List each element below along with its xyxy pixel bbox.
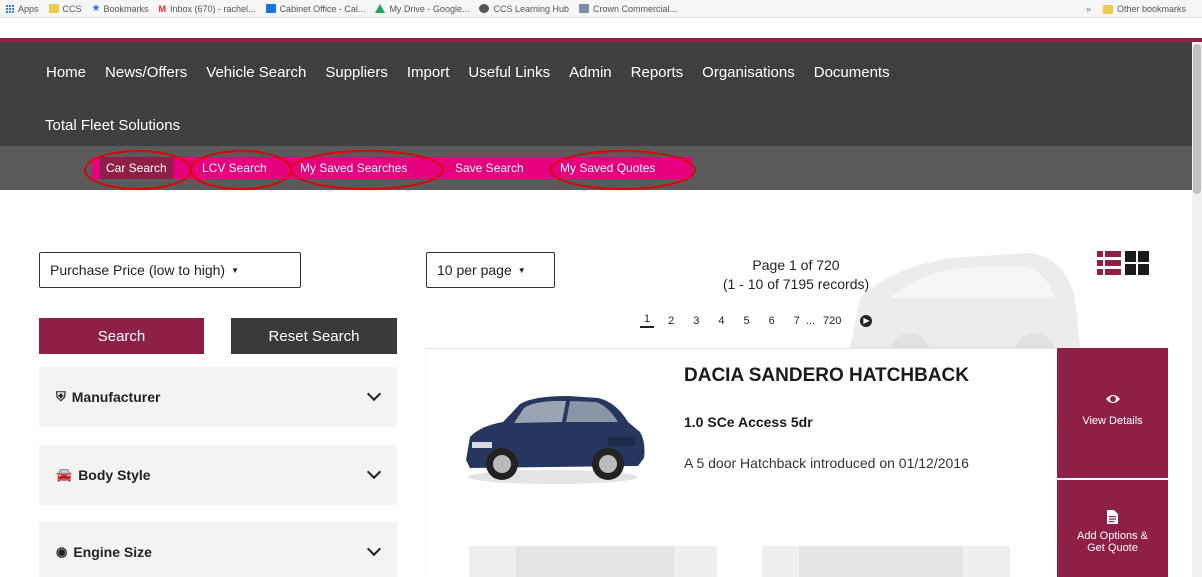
page: Apps CCS ★ Bookmarks M Inbox (670) - rac…: [0, 0, 1202, 577]
page-info: Page 1 of 720 (1 - 10 of 7195 records): [680, 256, 912, 294]
gmail-icon: M: [158, 3, 167, 14]
bookmark-crown-commercial[interactable]: Crown Commercial...: [579, 4, 677, 14]
chevron-down-icon: [366, 386, 382, 402]
nav-total-fleet-solutions[interactable]: Total Fleet Solutions: [45, 117, 180, 134]
pagination-ellipsis: ...: [805, 314, 816, 327]
background-car-image: [850, 253, 1080, 368]
nav-news-offers[interactable]: News/Offers: [105, 64, 187, 81]
annotation-ring-my-saved-searches: [290, 150, 444, 190]
vehicle-image: [466, 396, 645, 484]
chevron-down-icon: ▼: [231, 265, 239, 275]
crown-icon: [579, 4, 590, 13]
spec-box-inner: [516, 546, 674, 577]
bookmarks-bar: Apps CCS ★ Bookmarks M Inbox (670) - rac…: [0, 0, 1202, 18]
page-link-last[interactable]: 720: [823, 315, 841, 327]
nav-documents[interactable]: Documents: [814, 64, 890, 81]
bookmark-bookmarks[interactable]: ★ Bookmarks: [92, 3, 149, 14]
nav-home[interactable]: Home: [46, 64, 86, 81]
per-page-select-value: 10 per page: [437, 262, 512, 278]
car-icon: 🚘: [56, 467, 73, 482]
folder-icon: [1102, 4, 1113, 14]
filter-label: Body Style: [78, 467, 151, 483]
reset-search-button[interactable]: Reset Search: [231, 318, 397, 354]
nav-import[interactable]: Import: [407, 64, 450, 81]
per-page-select[interactable]: 10 per page ▼: [426, 252, 555, 288]
view-details-label: View Details: [1082, 415, 1143, 427]
filter-label: Engine Size: [73, 544, 152, 560]
nav-organisations[interactable]: Organisations: [702, 64, 795, 81]
bookmark-my-drive[interactable]: My Drive - Google...: [375, 4, 469, 14]
eye-icon: [1105, 395, 1120, 403]
calendar-icon: [265, 4, 276, 13]
grid-view-icon[interactable]: [1125, 251, 1149, 275]
bookmark-apps[interactable]: Apps: [6, 4, 39, 14]
page-link[interactable]: 4: [718, 315, 724, 327]
page-label: Page 1 of 720: [752, 257, 840, 273]
annotation-ring-my-saved-quotes: [550, 150, 696, 190]
filter-manufacturer[interactable]: ⛨ Manufacturer: [39, 367, 397, 427]
bookmarks-right: » Other bookmarks: [1086, 0, 1196, 18]
shield-icon: ⛨: [56, 389, 66, 404]
vehicle-title: DACIA SANDERO HATCHBACK: [684, 365, 969, 386]
bookmark-other[interactable]: Other bookmarks: [1102, 4, 1186, 14]
add-options-label: Add Options & Get Quote: [1077, 530, 1148, 554]
annotation-ring-lcv-search: [190, 150, 292, 190]
annotation-ring-car-search: [84, 150, 192, 190]
document-icon: [1107, 510, 1118, 524]
chevron-down-icon: [366, 541, 382, 557]
filter-engine-size[interactable]: ◉ Engine Size: [39, 522, 397, 577]
header-strip: [0, 18, 1202, 38]
nav-useful-links[interactable]: Useful Links: [468, 64, 550, 81]
main-nav: Home News/Offers Vehicle Search Supplier…: [0, 42, 1202, 146]
page-scrollbar-thumb[interactable]: [1193, 44, 1201, 194]
bookmark-ccs[interactable]: CCS: [48, 4, 82, 14]
page-link[interactable]: 7: [794, 315, 800, 327]
subnav-save-search[interactable]: Save Search: [455, 161, 524, 175]
view-details-button[interactable]: View Details: [1057, 348, 1168, 478]
bookmark-cabinet-office[interactable]: Cabinet Office - Cal...: [265, 4, 365, 14]
bookmark-inbox[interactable]: M Inbox (670) - rachel...: [159, 4, 256, 14]
page-link[interactable]: 5: [744, 315, 750, 327]
next-page-icon[interactable]: ▶: [860, 314, 873, 327]
hub-icon: [479, 4, 490, 13]
nav-admin[interactable]: Admin: [569, 64, 612, 81]
more-bookmarks-button[interactable]: »: [1086, 4, 1091, 14]
sort-select[interactable]: Purchase Price (low to high) ▼: [39, 252, 301, 288]
add-options-get-quote-button[interactable]: Add Options & Get Quote: [1057, 480, 1168, 577]
vehicle-trim: 1.0 SCe Access 5dr: [684, 414, 813, 430]
chevron-down-icon: ▼: [517, 265, 526, 275]
page-link[interactable]: 2: [668, 315, 674, 327]
records-label: (1 - 10 of 7195 records): [722, 276, 870, 292]
spec-box-inner: [799, 546, 963, 577]
bookmark-learning-hub[interactable]: CCS Learning Hub: [479, 4, 569, 14]
page-link[interactable]: 3: [693, 315, 699, 327]
nav-vehicle-search[interactable]: Vehicle Search: [206, 64, 306, 81]
sort-select-value: Purchase Price (low to high): [50, 262, 226, 278]
nav-suppliers[interactable]: Suppliers: [325, 64, 388, 81]
drive-icon: [375, 4, 386, 13]
page-link-current[interactable]: 1: [640, 313, 655, 328]
apps-grid-icon: [6, 4, 14, 13]
star-icon: ★: [91, 3, 101, 14]
filter-body-style[interactable]: 🚘 Body Style: [39, 445, 397, 505]
gauge-icon: ◉: [56, 544, 68, 559]
folder-icon: [48, 4, 59, 13]
vehicle-description: A 5 door Hatchback introduced on 01/12/2…: [684, 455, 969, 471]
page-link[interactable]: 6: [769, 315, 775, 327]
filter-label: Manufacturer: [71, 389, 161, 405]
search-button[interactable]: Search: [39, 318, 204, 354]
list-view-icon[interactable]: [1097, 251, 1121, 275]
pagination: 1 2 3 4 5 6 7 ... 720 ▶: [640, 313, 891, 328]
main-nav-row: Home News/Offers Vehicle Search Supplier…: [46, 64, 909, 81]
chevron-down-icon: [366, 464, 382, 480]
nav-reports[interactable]: Reports: [631, 64, 684, 81]
